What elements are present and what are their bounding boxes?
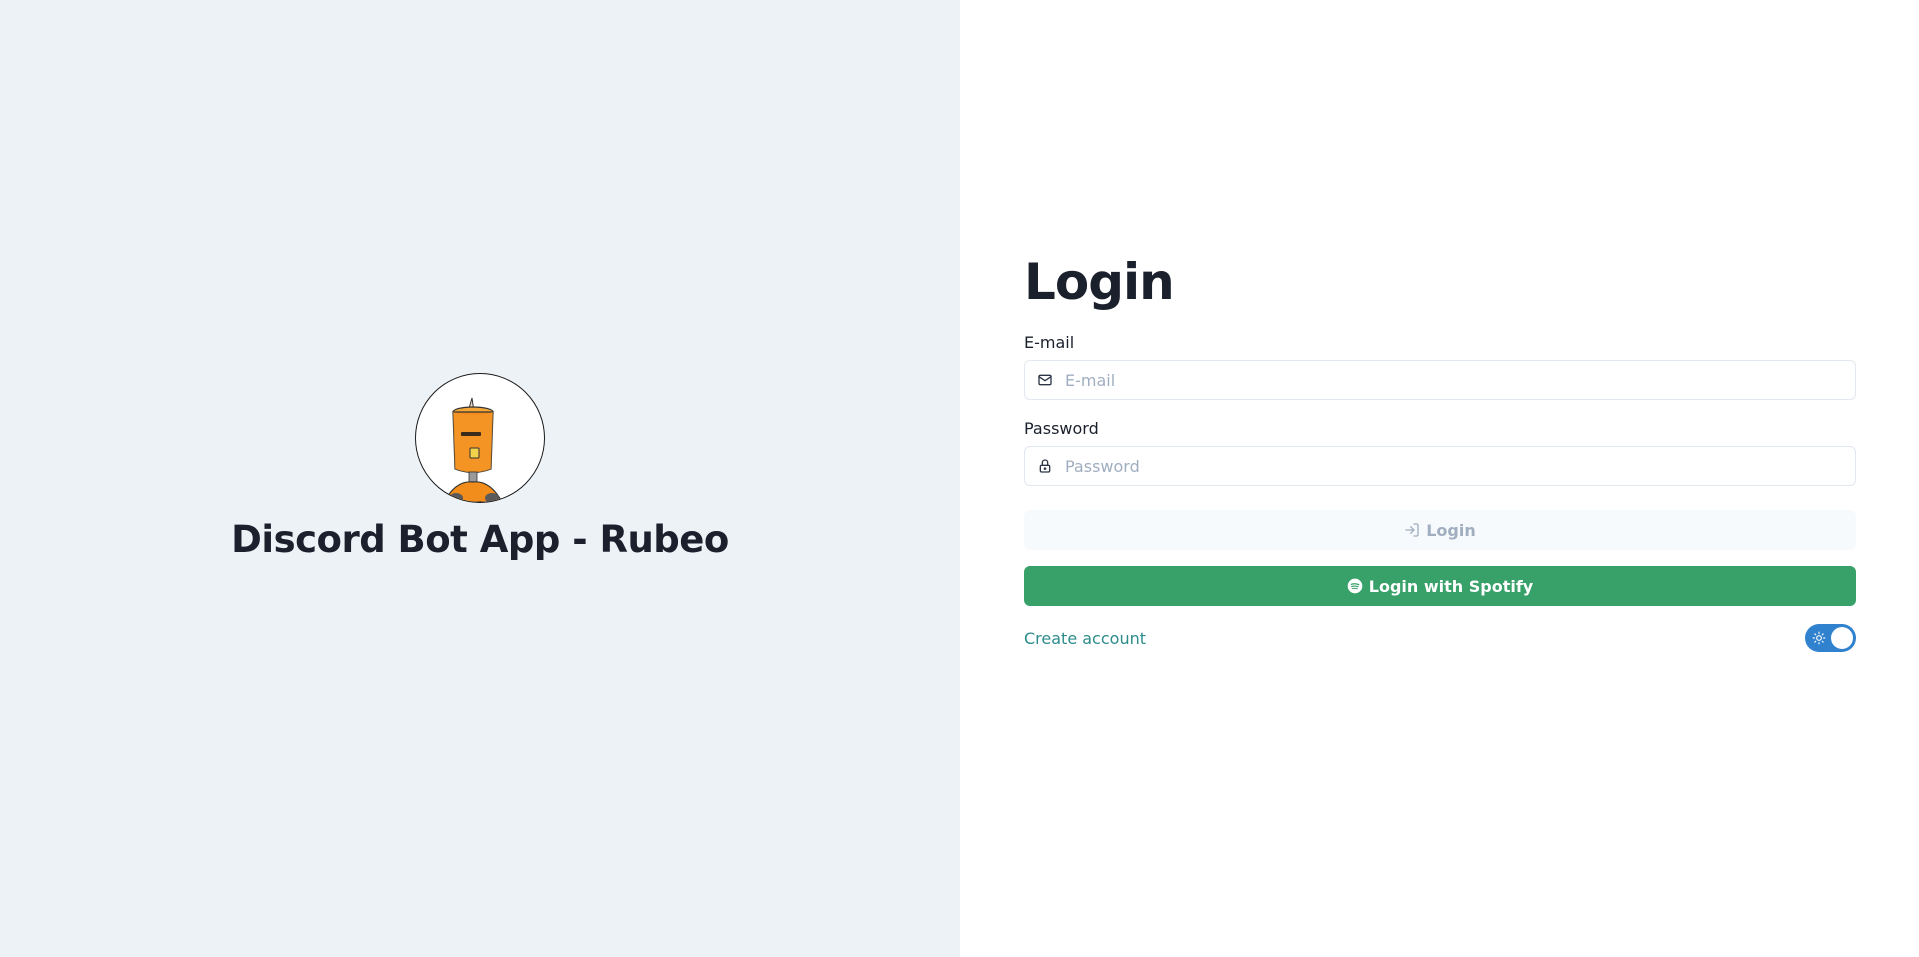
brand-title: Discord Bot App - Rubeo <box>231 518 729 561</box>
robot-icon <box>443 397 503 502</box>
theme-toggle[interactable] <box>1805 624 1856 652</box>
login-form: Login E-mail Password <box>1024 250 1856 652</box>
lock-icon <box>1025 446 1065 486</box>
login-arrow-icon <box>1404 522 1420 538</box>
password-field-wrapper <box>1024 446 1856 486</box>
login-button-label: Login <box>1426 520 1476 540</box>
login-panel: Login E-mail Password <box>960 0 1919 957</box>
sun-icon <box>1812 631 1826 645</box>
toggle-knob <box>1831 627 1853 649</box>
spotify-login-button[interactable]: Login with Spotify <box>1024 566 1856 606</box>
login-button[interactable]: Login <box>1024 510 1856 550</box>
spotify-button-label: Login with Spotify <box>1368 576 1534 596</box>
email-input[interactable] <box>1065 361 1855 399</box>
email-field-wrapper <box>1024 360 1856 400</box>
password-input[interactable] <box>1065 447 1855 485</box>
form-footer: Create account <box>1024 624 1856 652</box>
page-title: Login <box>1024 253 1175 311</box>
mail-icon <box>1025 360 1065 400</box>
spotify-icon <box>1347 578 1363 594</box>
robot-avatar <box>415 373 545 503</box>
email-label: E-mail <box>1024 333 1075 352</box>
brand-panel: Discord Bot App - Rubeo <box>0 0 960 957</box>
password-label: Password <box>1024 419 1099 438</box>
create-account-link[interactable]: Create account <box>1024 629 1146 648</box>
